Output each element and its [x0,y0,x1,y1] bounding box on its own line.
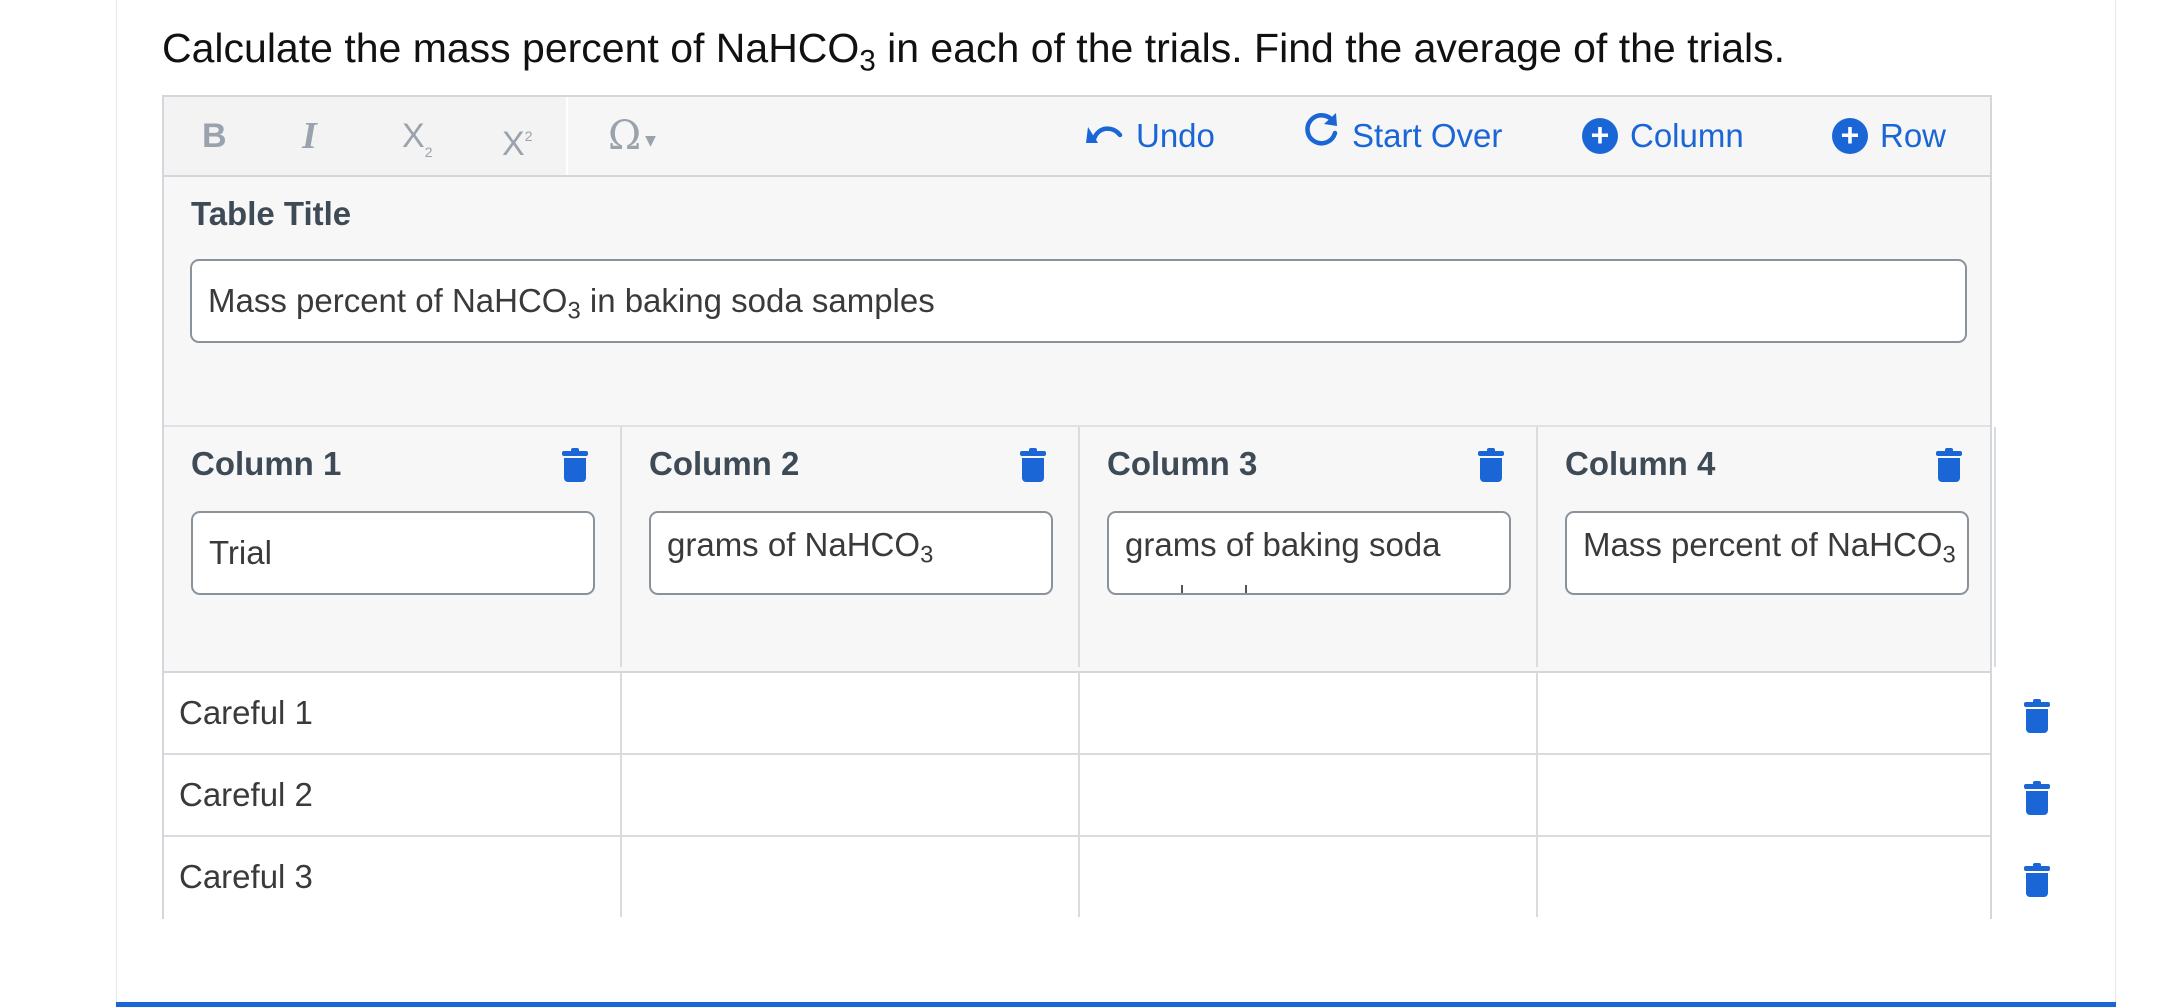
caret-mark [1181,585,1183,593]
table-cell[interactable] [1080,837,1538,917]
column-header-1: Column 1 Trial [164,427,622,667]
subscript-mark: 2 [424,144,433,160]
question-prompt: Calculate the mass percent of NaHCO3 in … [162,20,1785,76]
table-cell[interactable] [1538,837,1996,917]
title-subscript: 3 [567,297,581,325]
table-cell[interactable]: Careful 3 [164,837,622,917]
trash-icon [1938,458,1960,482]
prompt-text-end: in each of the trials. Find the average … [875,25,1786,71]
column-name-input[interactable]: Mass percent of NaHCO3 [1565,511,1969,595]
subscript-icon: X [402,117,425,155]
table-row: Careful 2 [164,755,1990,837]
undo-icon [1086,111,1124,161]
column-header-3: Column 3 grams of baking soda [1080,427,1538,667]
table-cell[interactable] [622,837,1080,917]
add-column-button[interactable]: + Column [1582,111,1744,161]
add-row-label: Row [1880,117,1947,154]
table-cell[interactable] [1080,673,1538,753]
superscript-icon: X [502,125,525,163]
table-title-label: Table Title [191,195,352,232]
start-over-button[interactable]: Start Over [1304,111,1502,161]
delete-column-button[interactable] [562,448,588,482]
table-cell[interactable]: Careful 1 [164,673,622,753]
table-title-input[interactable]: Mass percent of NaHCO3 in baking soda sa… [190,259,1967,343]
table-cell[interactable] [1538,755,1996,835]
column-name-text: grams of NaHCO [667,526,921,563]
undo-label: Undo [1136,117,1215,154]
trash-icon [1480,458,1502,482]
omega-icon: Ω [608,113,642,159]
editor-toolbar: B I X2 X2 Ω ▼ Undo Start Over + Column +… [164,97,1990,177]
delete-row-button[interactable] [2024,781,2050,815]
delete-column-button[interactable] [1020,448,1046,482]
plus-circle-icon: + [1832,118,1868,154]
column-name-input[interactable]: grams of baking soda [1107,511,1511,595]
table-cell[interactable] [1538,673,1996,753]
subscript-button[interactable]: X2 [402,111,432,161]
column-header-4: Column 4 Mass percent of NaHCO3 [1538,427,1996,667]
column-header-2: Column 2 grams of NaHCO3 [622,427,1080,667]
add-row-button[interactable]: + Row [1832,111,1946,161]
column-label: Column 3 [1107,445,1258,482]
italic-button[interactable]: I [302,111,317,161]
table-cell[interactable]: Careful 2 [164,755,622,835]
column-name-input[interactable]: Trial [191,511,595,595]
table-row: Careful 1 [164,673,1990,755]
card-bottom-bar [116,1002,2116,1007]
special-character-dropdown[interactable]: Ω ▼ [608,111,656,161]
prompt-text-start: Calculate the mass percent of NaHCO [162,25,860,71]
column-name-subscript: 3 [920,541,934,569]
delete-column-button[interactable] [1936,448,1962,482]
title-text-end: in baking soda samples [580,282,935,319]
title-text-start: Mass percent of NaHCO [208,282,568,319]
superscript-mark: 2 [524,128,533,144]
trash-icon [2026,791,2048,815]
trash-icon [1022,458,1044,482]
bold-button[interactable]: B [202,111,227,161]
table-row: Careful 3 [164,837,1990,919]
table-body: Careful 1 Careful 2 Careful 3 [164,671,1990,921]
trash-icon [2026,709,2048,733]
column-label: Column 1 [191,445,342,482]
delete-row-button[interactable] [2024,863,2050,897]
add-column-label: Column [1630,117,1744,154]
table-cell[interactable] [1080,755,1538,835]
column-name-input[interactable]: grams of NaHCO3 [649,511,1053,595]
column-name-text: Mass percent of NaHCO [1583,526,1943,563]
superscript-button[interactable]: X2 [502,111,533,163]
column-label: Column 2 [649,445,800,482]
format-button-group: B I X2 X2 [164,97,568,175]
column-label: Column 4 [1565,445,1716,482]
table-cell[interactable] [622,673,1080,753]
table-editor: B I X2 X2 Ω ▼ Undo Start Over + Column +… [162,95,1996,921]
plus-circle-icon: + [1582,118,1618,154]
delete-column-button[interactable] [1478,448,1504,482]
prompt-subscript: 3 [859,44,876,78]
caret-down-icon: ▼ [645,133,656,149]
start-over-label: Start Over [1352,117,1503,154]
undo-button[interactable]: Undo [1086,111,1215,161]
column-name-subscript: 3 [1942,541,1956,569]
trash-icon [564,458,586,482]
column-name-text: Trial [209,534,272,571]
column-name-text: grams of baking soda [1125,526,1441,563]
delete-row-button[interactable] [2024,699,2050,733]
refresh-icon [1304,111,1340,161]
caret-mark [1245,585,1247,593]
table-cell[interactable] [622,755,1080,835]
trash-icon [2026,873,2048,897]
